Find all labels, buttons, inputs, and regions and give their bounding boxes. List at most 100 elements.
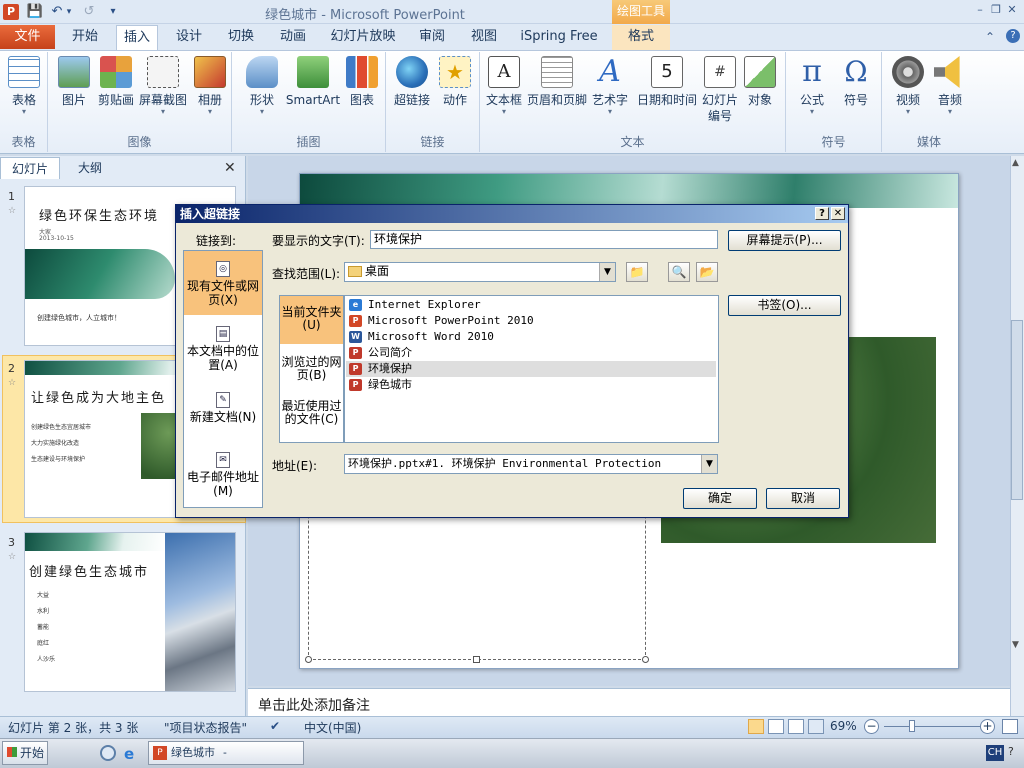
equation-button[interactable]: π 公式 ▾ [792,56,832,116]
symbol-button[interactable]: Ω 符号 [836,56,876,108]
dropdown-arrow-icon: ▾ [501,107,506,116]
tab-format[interactable]: 格式 [612,25,670,50]
browse-web-icon[interactable]: 🔍 [668,262,690,282]
wordart-button[interactable]: A 艺术字 ▾ [590,56,630,116]
list-item[interactable]: e Internet Explorer [346,297,716,313]
notes-area[interactable]: 单击此处添加备注 [248,688,1010,716]
ok-button[interactable]: 确定 [683,488,757,509]
link-to-email[interactable]: ✉ 电子邮件地址(M) [184,452,262,498]
tab-slides[interactable]: 幻灯片 [0,157,60,179]
look-in-select[interactable]: 桌面 ▼ [344,262,616,282]
resize-handle[interactable] [305,656,312,663]
tab-animations[interactable]: 动画 [272,25,314,50]
slide-wave-banner [300,174,958,208]
tab-design[interactable]: 设计 [168,25,210,50]
start-button[interactable]: 开始 [2,741,48,765]
tab-slideshow[interactable]: 幻灯片放映 [326,25,400,50]
photo-album-button[interactable]: 相册 ▾ [192,56,228,116]
resize-handle[interactable] [473,656,480,663]
shapes-button[interactable]: 形状 ▾ [244,56,280,116]
chevron-down-icon[interactable]: ▼ [701,455,717,473]
taskbar-powerpoint-item[interactable]: P绿色城市 - Microsof... [148,741,304,765]
show-desktop-icon[interactable] [100,745,116,761]
hyperlink-button[interactable]: 超链接 [392,56,432,108]
up-one-folder-icon[interactable]: 📁 [626,262,648,282]
zoom-level[interactable]: 69% [830,719,857,733]
datetime-button[interactable]: 5 日期和时间 [634,56,700,108]
textbox-button[interactable]: A 文本框 ▾ [486,56,522,116]
normal-view-icon[interactable] [748,719,764,734]
close-window-button[interactable]: ✕ [1004,3,1020,17]
slide-number: 2 [8,362,15,375]
ime-help-icon[interactable]: ? [1008,745,1014,758]
zoom-slider[interactable] [884,726,980,727]
recent-files-option[interactable]: 最近使用过的文件(C) [280,400,343,438]
picture-button[interactable]: 图片 [56,56,92,108]
scrollbar-thumb[interactable] [1011,320,1023,500]
object-button[interactable]: 对象 [742,56,778,108]
restore-button[interactable]: ❐ [988,3,1004,17]
clipart-button[interactable]: 剪贴画 [96,56,136,108]
tab-insert[interactable]: 插入 [116,25,158,50]
address-input[interactable]: 环境保护.pptx#1. 环境保护 Environmental Protecti… [344,454,718,474]
slide-number: 1 [8,190,15,203]
browse-file-icon[interactable]: 📂 [696,262,718,282]
internet-explorer-icon[interactable]: e [124,745,134,763]
ime-indicator[interactable]: CH [986,745,1004,761]
header-footer-button[interactable]: 页眉和页脚 [526,56,588,108]
chevron-down-icon[interactable]: ▼ [599,263,615,281]
link-to-place-in-document[interactable]: ▤ 本文档中的位置(A) [184,324,262,374]
list-item[interactable]: P 绿色城市 [346,377,716,393]
smartart-button[interactable]: SmartArt [284,56,342,108]
close-pane-icon[interactable]: ✕ [224,160,236,176]
text-to-display-input[interactable]: 环境保护 [370,230,718,249]
word-icon: W [349,331,362,343]
browsed-pages-option[interactable]: 浏览过的网页(B) [280,356,343,384]
zoom-in-icon[interactable]: + [980,719,995,734]
table-button[interactable]: 表格 ▾ [4,56,44,116]
reading-view-icon[interactable] [788,719,804,734]
tab-file[interactable]: 文件 [0,25,55,49]
screenshot-button[interactable]: 屏幕截图 ▾ [138,56,188,116]
minimize-button[interactable]: – [972,3,988,17]
slide-number-button[interactable]: # 幻灯片编号 [700,56,740,124]
slideshow-view-icon[interactable] [808,719,824,734]
scroll-up-icon[interactable]: ▲ [1012,158,1019,168]
slide-sorter-icon[interactable] [768,719,784,734]
list-item[interactable]: P Microsoft PowerPoint 2010 [346,313,716,329]
zoom-out-icon[interactable]: − [864,719,879,734]
link-to-existing-file[interactable]: ◎ 现有文件或网页(X) [184,251,262,315]
fit-to-window-icon[interactable] [1002,719,1018,734]
link-to-new-document[interactable]: ✎ 新建文档(N) [184,392,262,428]
list-item-selected[interactable]: P 环境保护 [346,361,716,377]
list-item[interactable]: W Microsoft Word 2010 [346,329,716,345]
resize-handle[interactable] [642,656,649,663]
chart-button[interactable]: 图表 [344,56,380,108]
tab-home[interactable]: 开始 [62,25,108,50]
help-icon[interactable]: ? [1006,29,1020,43]
slide-thumbnail-3[interactable]: 创建绿色生态城市 大益 水利 蓄能 庭红 人沙乐 [24,532,236,692]
tab-ispring[interactable]: iSpring Free [516,25,602,50]
dialog-help-button[interactable]: ? [815,207,829,220]
tab-transitions[interactable]: 切换 [220,25,262,50]
dialog-close-button[interactable]: ✕ [831,207,845,220]
screentip-button[interactable]: 屏幕提示(P)... [728,230,841,251]
scroll-down-icon[interactable]: ▼ [1012,640,1019,650]
bookmark-button[interactable]: 书签(O)... [728,295,841,316]
current-folder-option[interactable]: 当前文件夹(U) [280,296,343,344]
audio-button[interactable]: 音频 ▾ [930,56,970,116]
zoom-slider-thumb[interactable] [909,720,915,732]
text-to-display-label: 要显示的文字(T): [272,234,365,248]
cancel-button[interactable]: 取消 [766,488,840,509]
tab-view[interactable]: 视图 [462,25,506,50]
ribbon-minimize-icon[interactable]: ⌃ [985,30,995,44]
language-status[interactable]: 中文(中国) [304,719,361,736]
spellcheck-icon[interactable]: ✔ [270,719,280,733]
action-button[interactable]: ★ 动作 [436,56,474,108]
address-label: 地址(E): [272,459,317,473]
tab-outline[interactable]: 大纲 [62,157,118,179]
theme-name-status[interactable]: "项目状态报告" [164,719,247,736]
tab-review[interactable]: 审阅 [410,25,454,50]
list-item[interactable]: P 公司简介 [346,345,716,361]
video-button[interactable]: 视频 ▾ [888,56,928,116]
